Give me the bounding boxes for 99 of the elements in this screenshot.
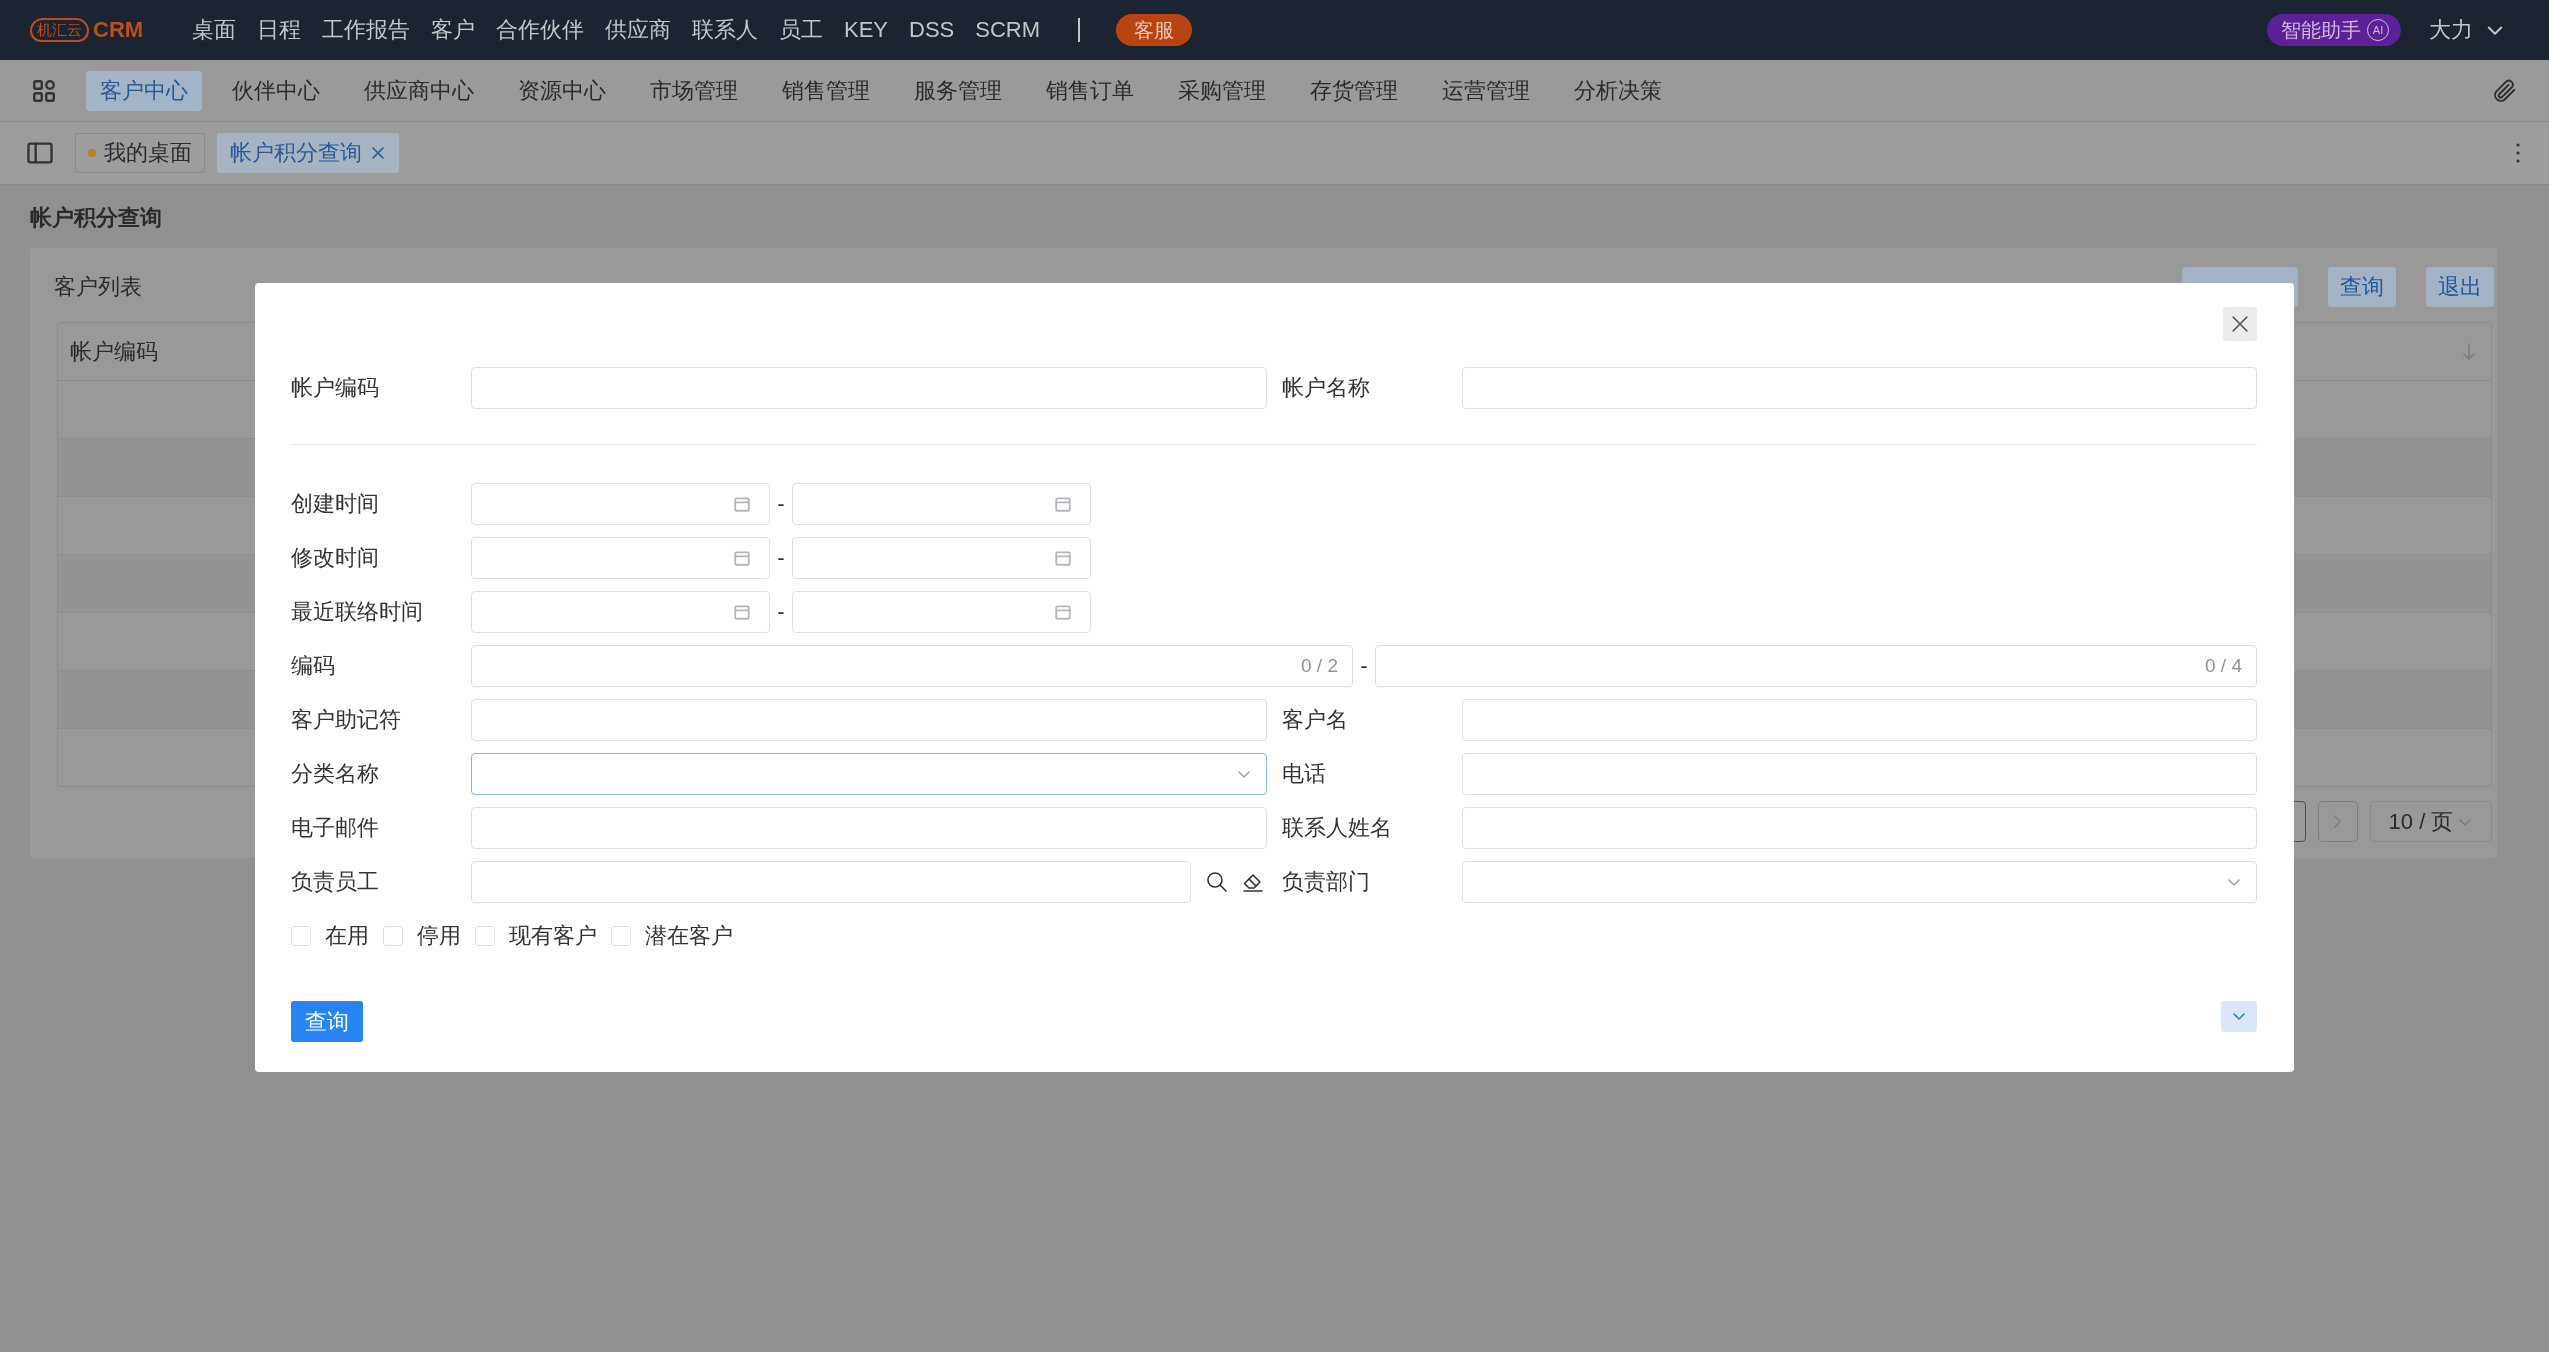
field-label: 负责部门 [1281, 868, 1371, 896]
module-tab[interactable]: 销售订单 [1032, 70, 1148, 111]
field-label: 最近联络时间 [291, 598, 424, 626]
logo-mark: 机汇云 [30, 18, 89, 42]
module-tab[interactable]: 伙伴中心 [218, 70, 334, 111]
range-dash: - [776, 491, 786, 517]
checkbox[interactable] [383, 926, 403, 946]
module-tab[interactable]: 运营管理 [1428, 70, 1544, 111]
module-tab[interactable]: 分析决策 [1560, 70, 1676, 111]
menu-item[interactable]: SCRM [975, 17, 1041, 43]
more-vertical-icon[interactable] [2515, 142, 2521, 164]
input-field[interactable]: 0 / 4 [1375, 645, 2257, 687]
module-tab[interactable]: 市场管理 [636, 70, 752, 111]
field-label: 电子邮件 [291, 814, 380, 842]
module-tab[interactable]: 供应商中心 [350, 70, 488, 111]
menu-item[interactable]: 桌面 [192, 15, 236, 45]
module-tab[interactable]: 存货管理 [1296, 70, 1412, 111]
date-field[interactable] [471, 483, 770, 525]
calendar-icon [733, 549, 751, 567]
close-icon[interactable] [370, 145, 386, 161]
module-tab[interactable]: 服务管理 [900, 70, 1016, 111]
module-tab[interactable]: 资源中心 [504, 70, 620, 111]
input-field[interactable] [471, 699, 1267, 741]
input-field[interactable] [1461, 807, 2257, 849]
date-field[interactable] [792, 591, 1091, 633]
char-counter: 0 / 4 [2205, 655, 2242, 677]
menu-item[interactable]: KEY [844, 17, 889, 43]
select-field[interactable] [471, 753, 1267, 795]
select-field[interactable] [1461, 861, 2257, 903]
checkbox-label: 在用 [325, 922, 369, 950]
field-label: 分类名称 [291, 760, 380, 788]
field-label: 客户名 [1281, 706, 1349, 734]
logo-text: CRM [93, 17, 144, 43]
input-field[interactable] [471, 807, 1267, 849]
calendar-icon [733, 603, 751, 621]
service-button[interactable]: 客服 [1116, 14, 1193, 46]
module-tab[interactable]: 销售管理 [768, 70, 884, 111]
char-counter: 0 / 2 [1301, 655, 1338, 677]
calendar-icon [733, 495, 751, 513]
toolbar-button[interactable]: 退出 [2426, 267, 2494, 307]
calendar-icon [1054, 495, 1072, 513]
query-button[interactable]: 查询 [291, 1001, 363, 1042]
menu-item[interactable]: 联系人 [692, 15, 758, 45]
date-field[interactable] [792, 483, 1091, 525]
checkbox-label: 现有客户 [509, 922, 597, 950]
apps-grid-icon[interactable] [32, 78, 56, 103]
checkbox[interactable] [475, 926, 495, 946]
field-label: 负责员工 [291, 868, 380, 896]
toolbar-button[interactable]: 查询 [2328, 267, 2396, 307]
field-label: 创建时间 [291, 490, 380, 518]
expand-icon[interactable] [2221, 1001, 2257, 1032]
date-field[interactable] [471, 537, 770, 579]
page-tab[interactable]: 我的桌面 [75, 133, 205, 173]
chevron-right-icon[interactable] [2318, 801, 2358, 842]
checkbox[interactable] [291, 926, 311, 946]
menu-item[interactable]: 客户 [431, 15, 475, 45]
calendar-icon [1054, 549, 1072, 567]
close-icon[interactable] [2223, 307, 2257, 341]
checkbox-label: 潜在客户 [645, 922, 733, 950]
calendar-icon [1054, 603, 1072, 621]
checkbox[interactable] [611, 926, 631, 946]
field-label: 编码 [291, 652, 336, 680]
module-tab[interactable]: 客户中心 [86, 70, 202, 111]
menu-item[interactable]: 员工 [779, 15, 823, 45]
page-size-select[interactable]: 10 / 页 [2370, 801, 2492, 842]
menu-item[interactable]: 日程 [257, 15, 301, 45]
input-field[interactable]: 0 / 2 [471, 645, 1353, 687]
field-label: 联系人姓名 [1281, 814, 1393, 842]
range-dash: - [1359, 653, 1369, 679]
input-field[interactable] [1461, 699, 2257, 741]
date-field[interactable] [471, 591, 770, 633]
menu-item[interactable]: 供应商 [605, 15, 671, 45]
input-field[interactable] [1461, 367, 2257, 409]
input-field[interactable] [1461, 753, 2257, 795]
field-label: 帐户编码 [291, 374, 380, 402]
user-menu[interactable]: 大力 [2429, 15, 2505, 45]
card-title: 客户列表 [54, 273, 142, 301]
input-field[interactable] [471, 367, 1267, 409]
menu-item[interactable]: 合作伙伴 [496, 15, 584, 45]
input-field[interactable] [471, 861, 1191, 903]
range-dash: - [776, 599, 786, 625]
field-label: 修改时间 [291, 544, 380, 572]
page-tab[interactable]: 帐户积分查询 [217, 133, 399, 173]
column-header: 帐户编码 [70, 337, 158, 366]
date-field[interactable] [792, 537, 1091, 579]
range-dash: - [776, 545, 786, 571]
module-tab[interactable]: 采购管理 [1164, 70, 1280, 111]
sort-arrow-icon[interactable] [2461, 342, 2477, 361]
ai-assistant-button[interactable]: 智能助手 AI [2267, 14, 2401, 46]
page-title: 帐户积分查询 [30, 205, 163, 231]
menu-item[interactable]: DSS [909, 17, 955, 43]
field-label: 电话 [1281, 760, 1327, 788]
field-label: 帐户名称 [1281, 374, 1371, 402]
menu-item[interactable]: 工作报告 [322, 15, 410, 45]
checkbox-label: 停用 [417, 922, 461, 950]
dot-icon [88, 149, 96, 157]
sidebar-toggle-icon[interactable] [27, 141, 53, 165]
search-icon[interactable] [1204, 870, 1229, 894]
field-label: 客户助记符 [291, 706, 402, 734]
